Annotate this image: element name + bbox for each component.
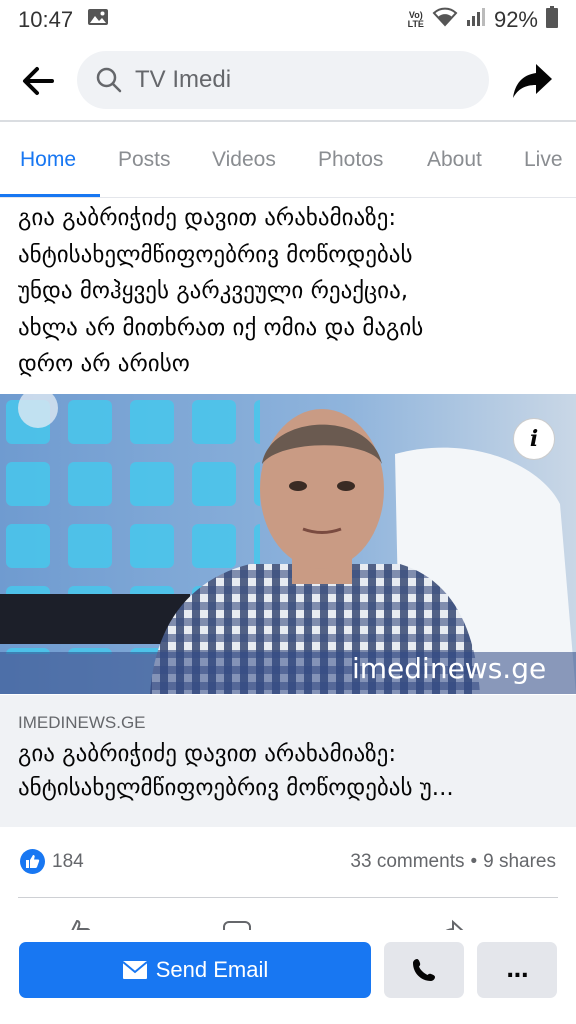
link-domain: IMEDINEWS.GE: [18, 713, 146, 732]
search-query: TV Imedi: [135, 66, 232, 93]
post-text-line: ახლა არ მითხრათ იქ ომია და მაგის: [18, 314, 424, 341]
gallery-icon: [87, 7, 109, 33]
battery-icon: [546, 6, 558, 34]
post-image[interactable]: imedinews.ge: [0, 394, 576, 694]
engagement-stats: 33 comments • 9 shares: [350, 851, 556, 873]
info-icon[interactable]: i: [513, 418, 555, 460]
tab-home[interactable]: Home: [20, 148, 76, 172]
search-header: TV Imedi: [0, 44, 576, 118]
comments-count[interactable]: 33 comments: [350, 851, 464, 873]
post-text: გია გაბრიჭიძე დავით არახამიაზე: ანტისახე…: [18, 200, 563, 383]
dot-separator: •: [470, 851, 478, 872]
phone-icon: [413, 959, 435, 981]
battery-percent: 92%: [493, 7, 538, 32]
tab-photos[interactable]: Photos: [318, 148, 383, 172]
envelope-icon: [122, 961, 148, 979]
send-email-button[interactable]: Send Email: [19, 942, 371, 998]
status-bar: 10:47 Vo) LTE 92%: [0, 0, 576, 40]
link-title-line: გია გაბრიჭიძე დავით არახამიაზე:: [18, 741, 397, 767]
post-text-line: ანტისახელმწიფოებრივ მოწოდებას: [18, 241, 413, 268]
page-tabs: Home Posts Videos Photos About Live: [0, 122, 576, 198]
like-count[interactable]: 184: [52, 851, 84, 873]
reactions-row: 184 33 comments • 9 shares: [0, 840, 576, 884]
post-text-line: გია გაბრიჭიძე დავით არახამიაზე:: [18, 205, 397, 231]
link-preview[interactable]: IMEDINEWS.GE გია გაბრიჭიძე დავით არახამი…: [0, 695, 576, 827]
search-input[interactable]: TV Imedi: [77, 51, 489, 109]
link-title-line: ანტისახელმწიფოებრივ მოწოდებას უ...: [18, 775, 454, 801]
news-photo: [0, 394, 576, 694]
reactions-divider: [18, 897, 558, 898]
call-button[interactable]: [384, 942, 464, 998]
status-time: 10:47: [18, 7, 74, 32]
back-arrow-icon[interactable]: [18, 61, 58, 101]
image-watermark: imedinews.ge: [352, 652, 547, 685]
post-text-line: დრო არ არისო: [18, 351, 190, 377]
tabs-divider: [0, 197, 576, 198]
tab-videos[interactable]: Videos: [212, 148, 276, 172]
signal-icon: [466, 7, 486, 33]
link-title: გია გაბრიჭიძე დავით არახამიაზე: ანტისახე…: [18, 737, 558, 805]
tab-posts[interactable]: Posts: [118, 148, 171, 172]
more-options-button[interactable]: ...: [477, 942, 557, 998]
bottom-action-bar: Send Email ...: [0, 930, 576, 1024]
wifi-icon: [432, 7, 458, 33]
post-text-line: უნდა მოჰყვეს გარკვეული რეაქცია,: [18, 278, 409, 304]
share-icon[interactable]: [510, 60, 556, 102]
volte-indicator: Vo) LTE: [407, 10, 424, 29]
send-email-label: Send Email: [155, 957, 269, 982]
like-reaction-icon[interactable]: [20, 849, 45, 874]
tab-about[interactable]: About: [427, 148, 482, 172]
tab-live[interactable]: Live: [524, 148, 563, 172]
shares-count[interactable]: 9 shares: [483, 851, 556, 873]
search-icon: [95, 66, 123, 94]
